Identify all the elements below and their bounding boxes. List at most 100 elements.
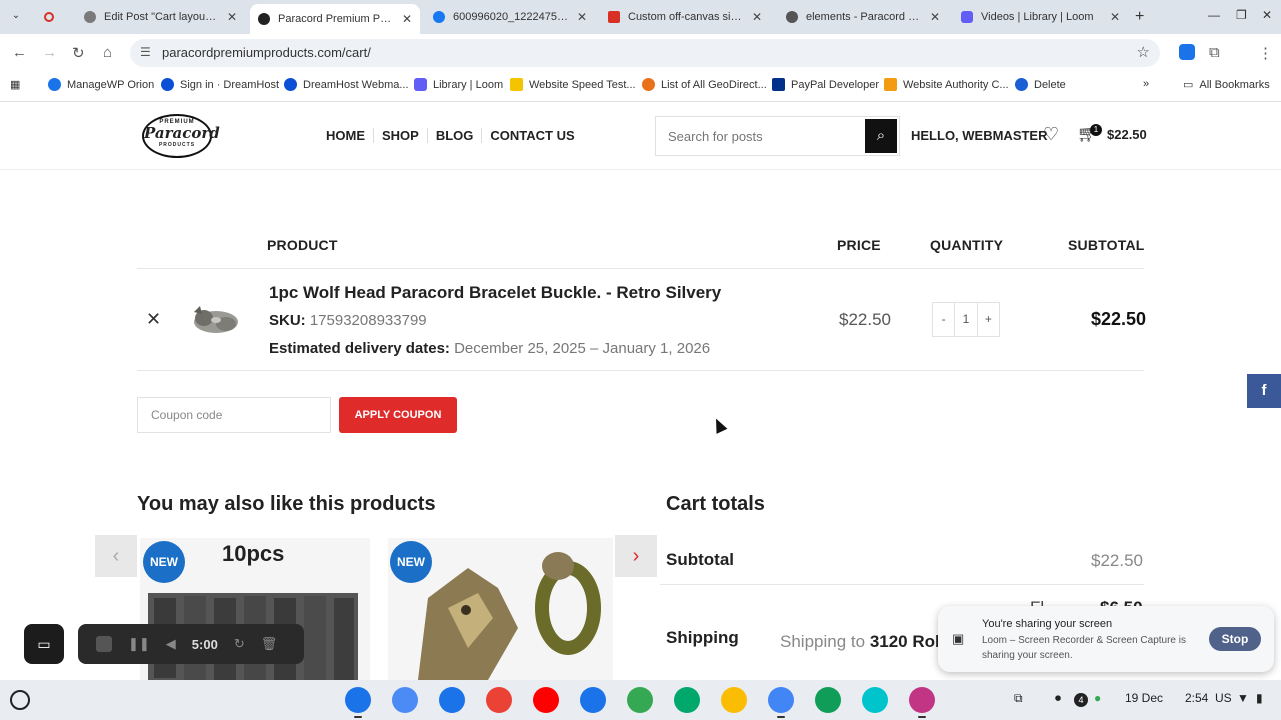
bookmark-geodirect[interactable]: List of All GeoDirect...	[642, 78, 767, 91]
meet-app-icon[interactable]	[674, 687, 700, 713]
bookmark-website-authority[interactable]: Website Authority C...	[884, 78, 1009, 91]
play-store-icon[interactable]	[627, 687, 653, 713]
bookmark-loom-library[interactable]: Library | Loom	[414, 78, 503, 91]
nav-contact[interactable]: CONTACT US	[481, 128, 582, 143]
shelf-date[interactable]: 19 Dec	[1125, 691, 1163, 705]
address-toolbar: ← → ↻ ⌂ ☰ paracordpremiumproducts.com/ca…	[0, 34, 1281, 72]
bookmark-speed-test[interactable]: Website Speed Test...	[510, 78, 636, 91]
calendar-app-icon[interactable]	[439, 687, 465, 713]
close-window-icon[interactable]: ✕	[1262, 8, 1272, 22]
recording-timer: 5:00	[191, 636, 218, 652]
instagram-app-icon[interactable]	[909, 687, 935, 713]
forward-icon[interactable]: →	[42, 44, 57, 61]
close-tab-icon[interactable]: ✕	[227, 10, 237, 24]
remove-item-icon[interactable]: ✕	[146, 309, 161, 330]
record-status-icon[interactable]: ⏺	[1055, 691, 1061, 706]
carousel-next-chevron-icon[interactable]: ›	[615, 535, 657, 577]
managewp-icon	[48, 78, 61, 91]
bookmark-dreamhost-webmail[interactable]: DreamHost Webma...	[284, 78, 409, 91]
search-button[interactable]: ⌕	[865, 119, 897, 153]
tab-paracord-cart[interactable]: Paracord Premium Produ ✕	[250, 4, 420, 34]
nav-shop[interactable]: SHOP	[373, 128, 427, 143]
back-icon[interactable]: ←	[12, 44, 27, 61]
facebook-share-button[interactable]: f	[1247, 374, 1281, 408]
tab-edit-post[interactable]: Edit Post "Cart layout" ‹ P ✕	[40, 4, 245, 30]
shelf-time[interactable]: 2:54	[1185, 691, 1208, 705]
product-name-link[interactable]: 1pc Wolf Head Paracord Bracelet Buckle. …	[269, 283, 721, 303]
gemini-app-icon[interactable]	[392, 687, 418, 713]
gmail-app-icon[interactable]	[486, 687, 512, 713]
qty-decrease-button[interactable]: -	[933, 303, 954, 336]
close-tab-icon[interactable]: ✕	[930, 10, 940, 24]
stop-sharing-button[interactable]: Stop	[1209, 627, 1261, 651]
close-tab-icon[interactable]: ✕	[752, 10, 762, 24]
account-greeting[interactable]: HELLO, WEBMASTER	[911, 128, 1048, 143]
launcher-icon[interactable]	[10, 690, 30, 710]
restore-icon[interactable]: ❐	[1236, 8, 1247, 22]
coupon-code-input[interactable]: Coupon code	[137, 397, 331, 433]
url-text[interactable]: paracordpremiumproducts.com/cart/	[162, 45, 371, 60]
chat-app-icon[interactable]	[580, 687, 606, 713]
wishlist-heart-icon[interactable]: ♡	[1043, 124, 1059, 145]
close-tab-icon[interactable]: ✕	[402, 12, 412, 26]
chrome-app-icon[interactable]	[768, 687, 794, 713]
youtube-app-icon[interactable]	[533, 687, 559, 713]
photos-app-icon[interactable]	[721, 687, 747, 713]
pause-icon[interactable]: ❚❚	[128, 636, 150, 652]
product-thumbnail[interactable]	[186, 298, 244, 342]
omnibox[interactable]: ☰ paracordpremiumproducts.com/cart/ ☆	[130, 39, 1160, 67]
bookmark-star-icon[interactable]: ☆	[1137, 43, 1150, 61]
more-bookmarks-chevron-icon[interactable]: »	[1143, 78, 1149, 90]
bookmark-delete[interactable]: Delete	[1015, 78, 1066, 91]
extension-badge-icon[interactable]	[1179, 44, 1195, 60]
stop-recording-icon[interactable]	[96, 636, 112, 652]
tab-custom-offcanvas[interactable]: Custom off-canvas sideb ✕	[600, 4, 770, 30]
close-tab-icon[interactable]: ✕	[1110, 10, 1120, 24]
bookmark-managewp[interactable]: ManageWP Orion	[48, 78, 154, 91]
column-product: PRODUCT	[267, 237, 338, 253]
site-logo[interactable]: PREMIUM Paracord PRODUCTS	[142, 114, 220, 158]
bookmark-dreamhost-signin[interactable]: Sign in · DreamHost	[161, 78, 279, 91]
qty-increase-button[interactable]: +	[978, 303, 999, 336]
totals-shipping-label: Shipping	[666, 628, 739, 647]
apply-coupon-button[interactable]: APPLY COUPON	[339, 397, 457, 433]
search-input[interactable]	[656, 117, 859, 155]
divider	[137, 370, 1144, 371]
files-app-icon[interactable]	[345, 687, 371, 713]
tab-elements[interactable]: elements - Paracord Prem ✕	[778, 4, 948, 30]
nav-home[interactable]: HOME	[326, 128, 373, 143]
battery-icon[interactable]: ▮	[1256, 691, 1263, 705]
extensions-puzzle-icon[interactable]: ⧉	[1209, 44, 1220, 61]
trash-icon[interactable]: 🗑︎	[261, 636, 278, 652]
rewind-icon[interactable]: ◀	[166, 636, 176, 652]
all-bookmarks[interactable]: ▭ All Bookmarks	[1183, 78, 1270, 92]
canva-app-icon[interactable]	[862, 687, 888, 713]
qty-input[interactable]: 1	[954, 303, 978, 336]
header-cart-total[interactable]: $22.50	[1107, 127, 1147, 142]
tab-facebook[interactable]: 600996020_122247540… ✕	[425, 4, 595, 30]
tab-search-chevron-icon[interactable]: ⌄	[8, 8, 24, 24]
shelf-region[interactable]: US	[1215, 691, 1232, 705]
apps-grid-icon[interactable]: ▦	[10, 78, 20, 91]
carousel-prev-chevron-icon[interactable]: ‹	[95, 535, 137, 577]
tab-loom[interactable]: Videos | Library | Loom ✕	[953, 4, 1128, 30]
column-subtotal: SUBTOTAL	[1068, 237, 1145, 253]
dreamhost-icon	[161, 78, 174, 91]
restart-icon[interactable]: ↻	[234, 636, 245, 652]
loom-camera-button[interactable]: ▭	[24, 624, 64, 664]
chrome-menu-icon[interactable]: ⋮	[1258, 44, 1273, 62]
wifi-icon[interactable]: ▼	[1237, 691, 1249, 705]
home-icon[interactable]: ⌂	[103, 44, 112, 61]
tote-icon[interactable]: ⧉	[1014, 691, 1023, 706]
new-badge: NEW	[143, 541, 185, 583]
reload-icon[interactable]: ↻	[72, 44, 85, 62]
paracord-favicon-icon	[786, 11, 798, 23]
close-tab-icon[interactable]: ✕	[577, 10, 587, 24]
notification-count[interactable]: 4	[1074, 693, 1088, 707]
nav-blog[interactable]: BLOG	[426, 128, 482, 143]
new-tab-icon[interactable]: +	[1135, 8, 1144, 26]
minimize-icon[interactable]: —	[1208, 8, 1220, 22]
bookmark-paypal[interactable]: PayPal Developer	[772, 78, 879, 91]
workspace-app-icon[interactable]	[815, 687, 841, 713]
site-info-icon[interactable]: ☰	[140, 45, 151, 59]
